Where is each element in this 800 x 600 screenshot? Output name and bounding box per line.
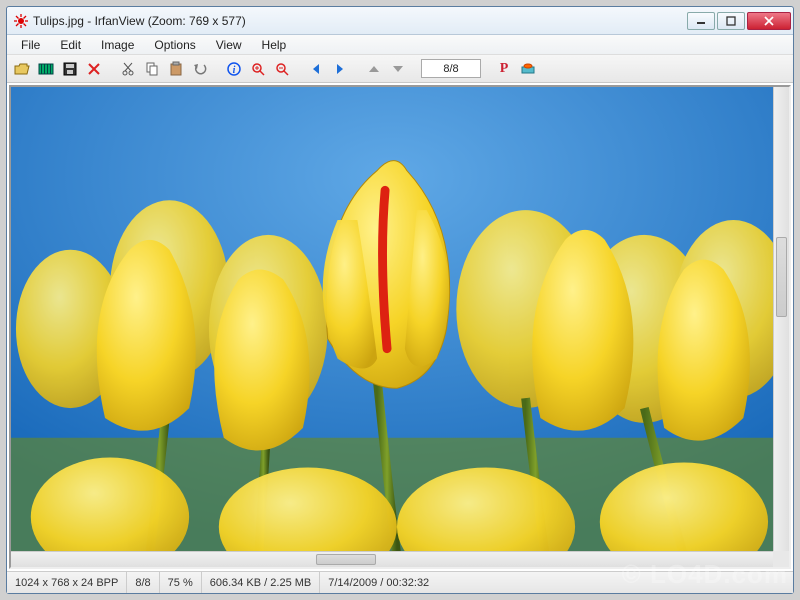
delete-button[interactable] [83, 58, 105, 80]
scissors-icon [120, 61, 136, 77]
status-datetime: 7/14/2009 / 00:32:32 [320, 572, 793, 593]
minimize-button[interactable] [687, 12, 715, 30]
status-index: 8/8 [127, 572, 159, 593]
scan-button[interactable] [517, 58, 539, 80]
save-button[interactable] [59, 58, 81, 80]
close-button[interactable] [747, 12, 791, 30]
copy-icon [144, 61, 160, 77]
next-page-button[interactable] [387, 58, 409, 80]
svg-text:i: i [233, 65, 236, 76]
next-image-button[interactable] [329, 58, 351, 80]
copy-button[interactable] [141, 58, 163, 80]
status-filesize: 606.34 KB / 2.25 MB [202, 572, 321, 593]
toolbar: i 8/8 P [7, 55, 793, 83]
image-counter: 8/8 [421, 59, 481, 78]
status-dimensions: 1024 x 768 x 24 BPP [7, 572, 127, 593]
zoom-in-icon [250, 61, 266, 77]
slideshow-icon [38, 61, 54, 77]
app-window: Tulips.jpg - IrfanView (Zoom: 769 x 577)… [6, 6, 794, 594]
zoom-out-icon [274, 61, 290, 77]
paint-icon: P [500, 61, 509, 77]
vscroll-thumb[interactable] [776, 237, 787, 317]
window-title: Tulips.jpg - IrfanView (Zoom: 769 x 577) [33, 14, 687, 28]
minimize-icon [696, 16, 706, 26]
zoom-out-button[interactable] [271, 58, 293, 80]
menu-image[interactable]: Image [91, 36, 144, 54]
horizontal-scrollbar[interactable] [11, 551, 773, 567]
floppy-icon [62, 61, 78, 77]
menu-file[interactable]: File [11, 36, 50, 54]
clipboard-icon [168, 61, 184, 77]
info-icon: i [226, 61, 242, 77]
menu-options[interactable]: Options [144, 36, 205, 54]
prev-page-button[interactable] [363, 58, 385, 80]
close-icon [764, 16, 774, 26]
arrow-right-icon [332, 61, 348, 77]
prev-image-button[interactable] [305, 58, 327, 80]
menu-edit[interactable]: Edit [50, 36, 91, 54]
hscroll-thumb[interactable] [316, 554, 376, 565]
scanner-icon [520, 61, 536, 77]
vertical-scrollbar[interactable] [773, 87, 789, 551]
folder-open-icon [14, 61, 30, 77]
maximize-icon [726, 16, 736, 26]
paint-button[interactable]: P [493, 58, 515, 80]
zoom-in-button[interactable] [247, 58, 269, 80]
maximize-button[interactable] [717, 12, 745, 30]
cut-button[interactable] [117, 58, 139, 80]
arrow-up-icon [366, 61, 382, 77]
open-button[interactable] [11, 58, 33, 80]
status-zoom: 75 % [160, 572, 202, 593]
scroll-corner [773, 551, 789, 567]
menu-view[interactable]: View [206, 36, 252, 54]
menubar: File Edit Image Options View Help [7, 35, 793, 55]
delete-x-icon [86, 61, 102, 77]
menu-help[interactable]: Help [252, 36, 297, 54]
window-controls [687, 12, 791, 30]
arrow-down-icon [390, 61, 406, 77]
undo-button[interactable] [189, 58, 211, 80]
arrow-left-icon [308, 61, 324, 77]
undo-icon [192, 61, 208, 77]
slideshow-button[interactable] [35, 58, 57, 80]
image-viewport [9, 85, 791, 569]
app-icon [13, 13, 29, 29]
titlebar[interactable]: Tulips.jpg - IrfanView (Zoom: 769 x 577) [7, 7, 793, 35]
paste-button[interactable] [165, 58, 187, 80]
info-button[interactable]: i [223, 58, 245, 80]
displayed-image[interactable] [11, 87, 773, 551]
statusbar: 1024 x 768 x 24 BPP 8/8 75 % 606.34 KB /… [7, 571, 793, 593]
